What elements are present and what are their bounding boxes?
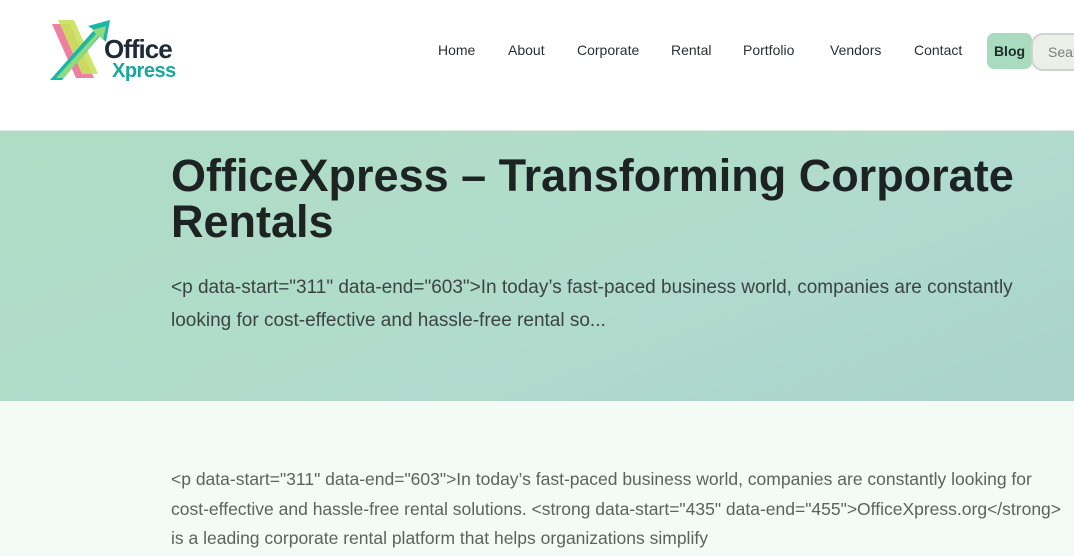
post-title: OfficeXpress – Transforming Corporate Re… [171, 150, 1014, 247]
nav-portfolio[interactable]: Portfolio [743, 42, 794, 58]
nav-about[interactable]: About [508, 42, 545, 58]
main-nav: Home About Corporate Rental Portfolio Ve… [0, 33, 1074, 71]
nav-contact[interactable]: Contact [914, 42, 962, 58]
post-content: <p data-start="311" data-end="603">In to… [0, 401, 1074, 556]
nav-home[interactable]: Home [438, 42, 475, 58]
search-input[interactable]: Search [1031, 33, 1074, 71]
nav-corporate[interactable]: Corporate [577, 42, 639, 58]
site-header: Office Xpress Home About Corporate Renta… [0, 0, 1074, 131]
nav-vendors[interactable]: Vendors [830, 42, 881, 58]
nav-blog-button[interactable]: Blog [987, 33, 1032, 69]
post-body-text: <p data-start="311" data-end="603">In to… [171, 469, 1062, 548]
nav-rental[interactable]: Rental [671, 42, 711, 58]
post-excerpt: <p data-start="311" data-end="603">In to… [171, 277, 1013, 331]
post-hero: OfficeXpress – Transforming Corporate Re… [0, 131, 1074, 401]
